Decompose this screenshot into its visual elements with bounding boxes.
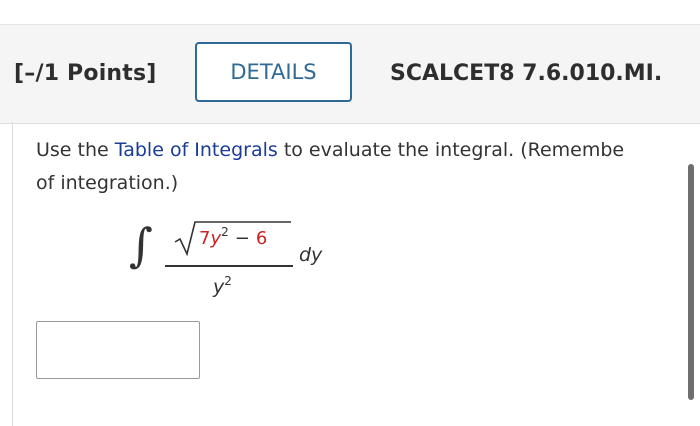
instructions-text: Use the Table of Integrals to evaluate t… (36, 134, 700, 200)
denominator: y2 (213, 274, 232, 298)
details-button[interactable]: DETAILS (195, 42, 352, 102)
table-of-integrals-link[interactable]: Table of Integrals (115, 139, 278, 161)
question-header: [–/1 Points] DETAILS SCALCET8 7.6.010.MI… (0, 24, 700, 124)
constant: 6 (255, 228, 268, 249)
variable: y (210, 228, 222, 249)
question-body: Use the Table of Integrals to evaluate t… (12, 122, 700, 426)
scrollbar[interactable] (688, 164, 694, 400)
instructions-suffix: to evaluate the integral. (Remembe (277, 139, 625, 161)
exponent: 2 (221, 225, 229, 239)
points-label: [–/1 Points] (14, 61, 157, 86)
radicand: 7y2−6 (199, 225, 268, 249)
fraction-bar (165, 265, 293, 267)
minus-sign: − (234, 228, 250, 249)
integral-sign: ∫ (129, 218, 153, 272)
denominator-variable: y (213, 276, 225, 298)
answer-input[interactable] (36, 321, 200, 379)
problem-code: SCALCET8 7.6.010.MI. (390, 61, 663, 86)
denominator-exponent: 2 (224, 274, 232, 288)
coefficient: 7 (199, 228, 211, 249)
instructions-prefix: Use the (36, 139, 115, 161)
instructions-line2: of integration.) (36, 172, 179, 194)
differential: dy (299, 244, 323, 266)
